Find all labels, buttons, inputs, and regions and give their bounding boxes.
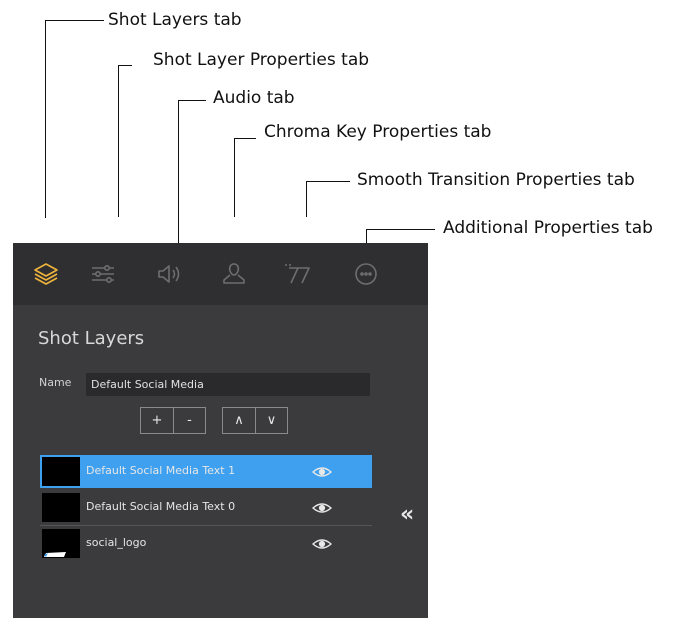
- callout-additional-properties-tab: Additional Properties tab: [443, 218, 653, 238]
- layer-thumbnail: [42, 493, 80, 522]
- tab-smooth-transition-properties[interactable]: [277, 257, 317, 291]
- collapse-panel-icon[interactable]: «: [400, 504, 422, 526]
- move-group: ∧ ∨: [222, 407, 288, 434]
- callout-shot-layers-tab: Shot Layers tab: [108, 10, 242, 30]
- shot-layers-panel: Shot Layers Name + - ∧ ∨ Default Social …: [13, 243, 428, 618]
- tab-additional-properties[interactable]: [346, 257, 386, 291]
- sliders-icon: [88, 259, 118, 289]
- remove-layer-button[interactable]: -: [173, 408, 205, 433]
- layer-row[interactable]: Default Social Media Text 1: [40, 455, 372, 488]
- layer-thumbnail: [42, 529, 80, 558]
- leader-line-audio-v: [178, 100, 179, 256]
- layer-name: Default Social Media Text 0: [86, 500, 236, 513]
- eye-icon[interactable]: [311, 536, 333, 550]
- layer-row[interactable]: Default Social Media Text 0: [40, 491, 372, 526]
- speaker-icon: [154, 259, 184, 289]
- name-label: Name: [39, 376, 72, 389]
- tab-audio[interactable]: [149, 257, 189, 291]
- tab-shot-layers[interactable]: [26, 257, 66, 291]
- leader-line-shot-layers-v: [45, 20, 46, 218]
- tab-shot-layer-properties[interactable]: [83, 257, 123, 291]
- callout-shot-layer-properties-tab: Shot Layer Properties tab: [153, 50, 370, 70]
- add-layer-button[interactable]: +: [141, 408, 173, 433]
- layer-name: Default Social Media Text 1: [86, 464, 236, 477]
- callout-chroma-key-properties-tab: Chroma Key Properties tab: [264, 122, 492, 142]
- add-remove-group: + -: [140, 407, 206, 434]
- transition-icon: [281, 259, 313, 289]
- layer-row[interactable]: social_logo: [40, 527, 372, 560]
- callout-audio-tab: Audio tab: [213, 88, 295, 108]
- leader-line-chroma-h: [234, 138, 256, 139]
- tab-bar: [13, 243, 428, 305]
- leader-line-smooth-h: [306, 181, 350, 182]
- name-field[interactable]: [86, 373, 370, 396]
- eye-icon[interactable]: [311, 500, 333, 514]
- tab-chroma-key-properties[interactable]: [214, 257, 254, 291]
- leader-line-shot-layers-h: [45, 20, 104, 21]
- leader-line-layer-props-v: [118, 65, 119, 217]
- leader-line-chroma-v: [234, 138, 235, 217]
- leader-line-additional-h: [366, 229, 435, 230]
- layers-icon: [31, 259, 61, 289]
- layer-list: Default Social Media Text 1 Default Soci…: [40, 455, 372, 563]
- row-divider: [40, 525, 372, 526]
- leader-line-layer-props-h: [118, 65, 132, 66]
- logo-thumbnail-graphic: [44, 552, 66, 557]
- move-down-button[interactable]: ∨: [255, 408, 287, 433]
- eye-icon[interactable]: [311, 464, 333, 478]
- move-up-button[interactable]: ∧: [223, 408, 255, 433]
- layer-thumbnail: [42, 457, 80, 486]
- person-icon: [219, 259, 249, 289]
- leader-line-audio-h: [178, 100, 206, 101]
- leader-line-smooth-v: [306, 181, 307, 217]
- panel-title: Shot Layers: [38, 328, 145, 349]
- layer-name: social_logo: [86, 536, 147, 549]
- more-icon: [351, 259, 381, 289]
- callout-smooth-transition-properties-tab: Smooth Transition Properties tab: [357, 170, 635, 190]
